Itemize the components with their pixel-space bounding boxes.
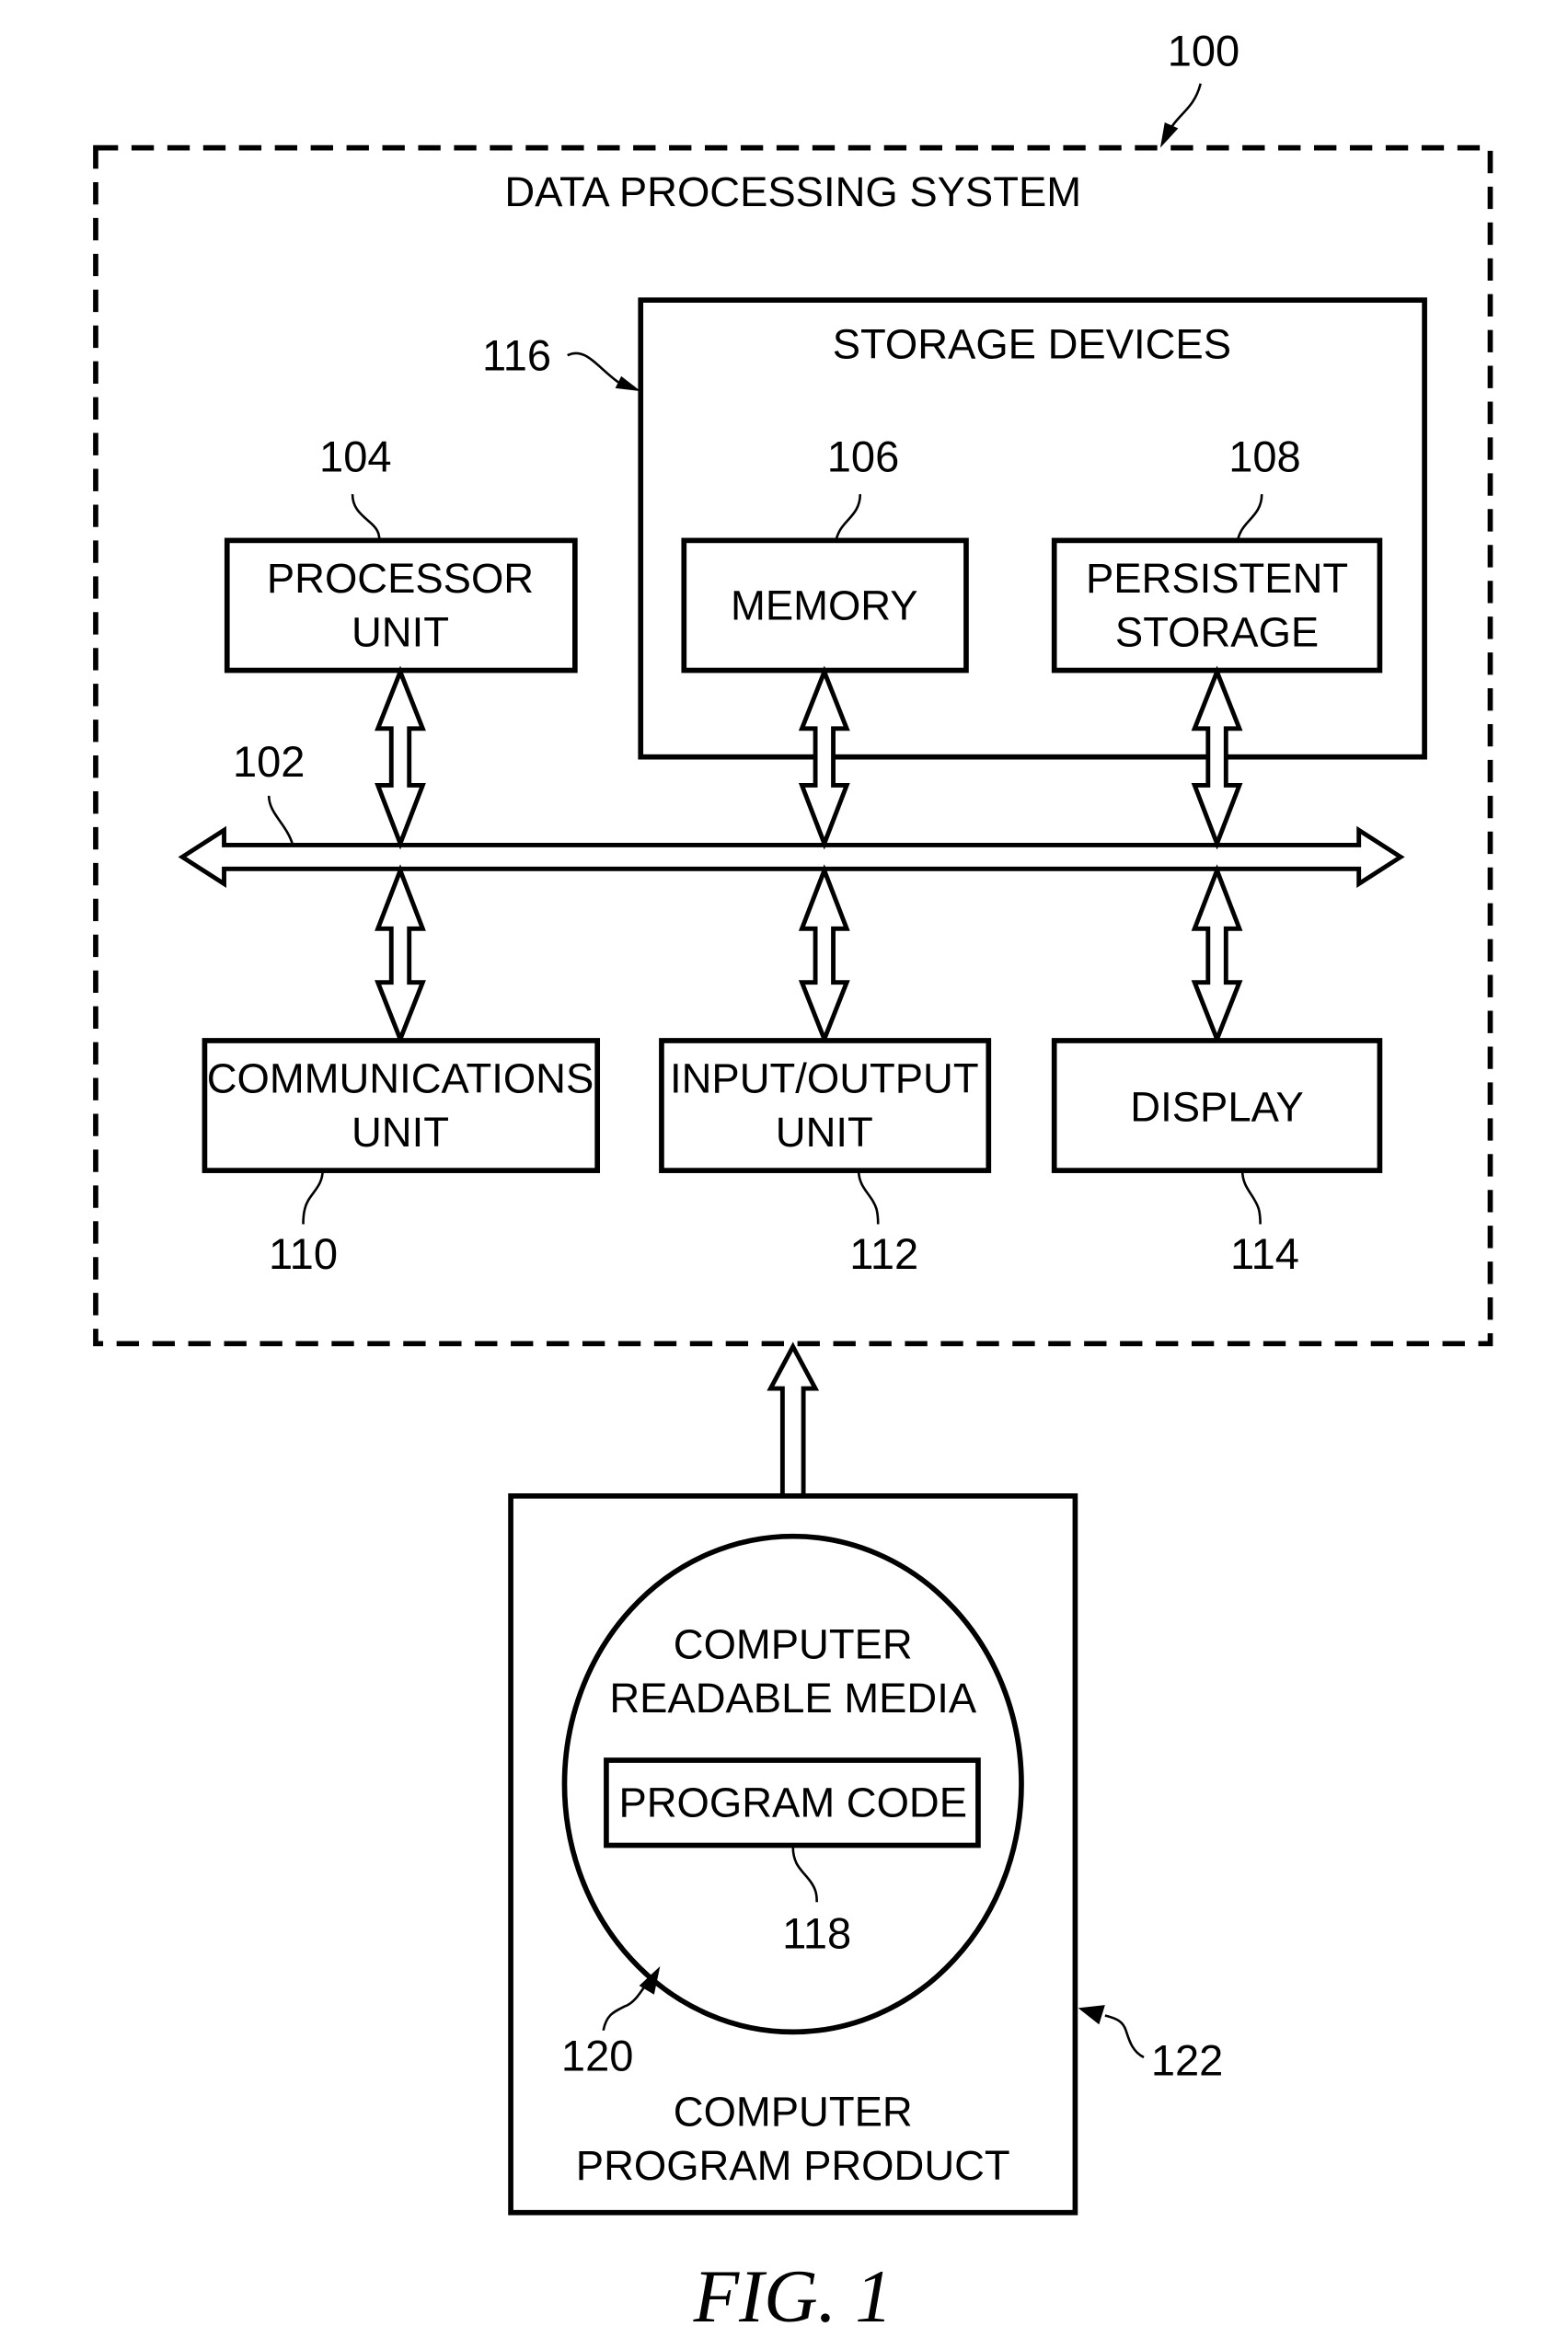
leader-122: [1104, 2014, 1145, 2059]
ref-122: 122: [1151, 2035, 1224, 2084]
ref-104: 104: [319, 432, 392, 481]
processor-unit-label-line2: UNIT: [352, 609, 449, 656]
ref-112: 112: [849, 1229, 918, 1278]
leader-100: [1170, 83, 1202, 130]
ref-108: 108: [1228, 432, 1301, 481]
leader-112: [857, 1170, 880, 1225]
storage-devices-box: [638, 297, 1427, 760]
leader-arrowhead-116: [615, 375, 641, 392]
processor-bus-connector: [375, 665, 426, 850]
io-unit-label-line2: UNIT: [776, 1109, 873, 1156]
figure-caption: FIG. 1: [693, 2255, 893, 2338]
leader-114: [1240, 1170, 1262, 1225]
program-product-label-line1: COMPUTER: [674, 2089, 913, 2136]
patent-figure: DATA PROCESSING SYSTEM 100 STORAGE DEVIC…: [93, 26, 1493, 2338]
program-code-label: PROGRAM CODE: [618, 1779, 967, 1826]
leader-104: [351, 494, 381, 541]
ref-106: 106: [827, 432, 899, 481]
display-bus-connector: [1191, 864, 1243, 1045]
ref-102: 102: [233, 737, 306, 786]
leader-102: [267, 795, 294, 846]
persistent-storage-label-line2: STORAGE: [1115, 609, 1319, 656]
ref-114: 114: [1230, 1229, 1299, 1278]
media-label-line1: COMPUTER: [674, 1621, 913, 1668]
leader-arrowhead-122: [1078, 2005, 1105, 2025]
media-label-line2: READABLE MEDIA: [609, 1675, 977, 1722]
ref-116: 116: [482, 330, 551, 379]
ref-100: 100: [1168, 26, 1240, 75]
display-label: DISPLAY: [1130, 1084, 1304, 1131]
communications-unit-label-line1: COMMUNICATIONS: [207, 1055, 594, 1102]
system-title: DATA PROCESSING SYSTEM: [504, 168, 1081, 215]
storage-devices-title: STORAGE DEVICES: [833, 320, 1231, 367]
leader-arrowhead-100: [1159, 122, 1179, 148]
ref-120: 120: [561, 2032, 634, 2080]
program-product-label-line2: PROGRAM PRODUCT: [576, 2142, 1010, 2189]
leader-116: [567, 351, 619, 384]
processor-unit-label-line1: PROCESSOR: [267, 555, 534, 602]
io-unit-label-line1: INPUT/OUTPUT: [670, 1055, 979, 1102]
persistent-storage-label-line1: PERSISTENT: [1086, 555, 1348, 602]
communications-bus-connector: [375, 864, 426, 1045]
communications-unit-label-line2: UNIT: [352, 1109, 449, 1156]
program-product-to-system-arrow: [767, 1342, 820, 1499]
ref-118: 118: [782, 1909, 851, 1958]
ref-110: 110: [269, 1229, 338, 1278]
memory-label: MEMORY: [731, 582, 918, 628]
io-bus-connector: [798, 864, 850, 1045]
leader-110: [302, 1170, 324, 1225]
